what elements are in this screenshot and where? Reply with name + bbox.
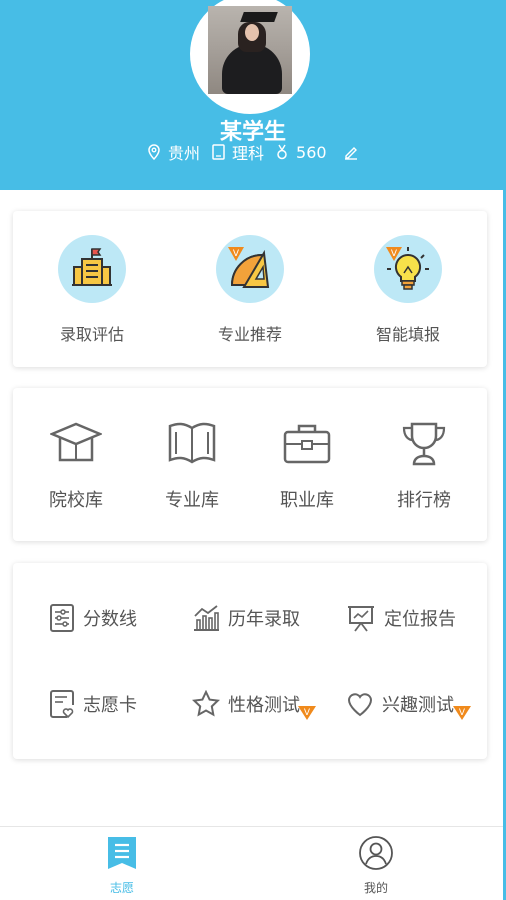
svg-text:V: V bbox=[391, 249, 398, 259]
college-library-button[interactable]: 院校库 bbox=[26, 418, 126, 512]
star-icon bbox=[192, 690, 220, 717]
tool-label: 历年录取 bbox=[228, 609, 300, 630]
library-label: 专业库 bbox=[165, 490, 219, 511]
tool-label: 性格测试 bbox=[228, 695, 300, 716]
major-recommend-button[interactable]: V 专业推荐 bbox=[190, 235, 310, 345]
school-building-icon bbox=[72, 248, 112, 286]
svg-text:V: V bbox=[459, 708, 466, 718]
tool-label: 志愿卡 bbox=[83, 695, 137, 716]
open-book-icon bbox=[168, 422, 216, 464]
feature-label: 智能填报 bbox=[375, 325, 440, 344]
vip-badge-icon: V bbox=[228, 247, 244, 261]
trophy-icon bbox=[402, 422, 446, 466]
edit-icon[interactable] bbox=[343, 143, 359, 161]
profile-meta: 贵州 理科 560 bbox=[146, 141, 365, 163]
position-report-button[interactable]: 定位报告 bbox=[346, 600, 456, 636]
app-screen: 某学生 贵州 理科 560 录取评估 V 专业推荐 V 智能填报 院校库 专业库… bbox=[0, 0, 506, 900]
library-label: 院校库 bbox=[49, 490, 103, 511]
heart-document-icon bbox=[50, 690, 74, 719]
library-card: 院校库 专业库 职业库 排行榜 bbox=[13, 388, 487, 541]
tool-label: 分数线 bbox=[83, 609, 137, 630]
vip-badge-icon: V bbox=[298, 706, 316, 720]
tool-label: 定位报告 bbox=[384, 609, 456, 630]
library-label: 排行榜 bbox=[397, 490, 451, 511]
vip-badge-icon: V bbox=[453, 706, 471, 720]
medal-icon bbox=[274, 143, 290, 161]
feature-label: 录取评估 bbox=[59, 325, 124, 344]
score-line-button[interactable]: 分数线 bbox=[49, 600, 137, 636]
tools-card: 分数线 历年录取 定位报告 志愿卡 性格测试 V 兴趣测试 V bbox=[13, 563, 487, 759]
presentation-board-icon bbox=[348, 606, 374, 632]
tab-label: 我的 bbox=[363, 881, 388, 895]
feature-label: 专业推荐 bbox=[217, 325, 282, 344]
user-icon bbox=[359, 836, 393, 870]
personality-test-button[interactable]: 性格测试 V bbox=[192, 686, 316, 722]
feature-card: 录取评估 V 专业推荐 V 智能填报 bbox=[13, 211, 487, 367]
score-line-icon bbox=[50, 604, 74, 632]
subject-text: 理科 bbox=[232, 144, 265, 163]
score-text: 560 bbox=[296, 142, 327, 162]
admission-assessment-button[interactable]: 录取评估 bbox=[32, 235, 152, 345]
avatar[interactable] bbox=[208, 6, 292, 94]
briefcase-icon bbox=[283, 424, 331, 464]
location-pin-icon bbox=[146, 143, 162, 161]
tab-mine[interactable]: 我的 bbox=[326, 835, 426, 896]
historical-admission-button[interactable]: 历年录取 bbox=[192, 600, 300, 636]
bookmark-icon bbox=[108, 837, 136, 869]
tab-label: 志愿 bbox=[109, 881, 134, 895]
bottom-tab-bar: 志愿 我的 bbox=[0, 826, 506, 900]
tool-label: 兴趣测试 bbox=[382, 695, 454, 716]
bar-chart-icon bbox=[194, 605, 219, 631]
province-text: 贵州 bbox=[168, 144, 201, 163]
svg-text:V: V bbox=[233, 249, 240, 259]
vip-badge-icon: V bbox=[386, 247, 402, 261]
smart-fill-button[interactable]: V 智能填报 bbox=[348, 235, 468, 345]
volunteer-card-button[interactable]: 志愿卡 bbox=[49, 686, 137, 722]
career-library-button[interactable]: 职业库 bbox=[257, 418, 357, 512]
library-label: 职业库 bbox=[280, 490, 334, 511]
document-icon bbox=[210, 143, 226, 161]
profile-header: 某学生 贵州 理科 560 bbox=[0, 0, 506, 190]
ranking-button[interactable]: 排行榜 bbox=[374, 418, 474, 512]
svg-text:V: V bbox=[304, 708, 311, 718]
avatar-frame[interactable] bbox=[190, 0, 310, 114]
major-library-button[interactable]: 专业库 bbox=[142, 418, 242, 512]
tab-volunteer[interactable]: 志愿 bbox=[72, 835, 172, 896]
graduation-cap-icon bbox=[48, 422, 104, 462]
heart-icon bbox=[347, 693, 373, 717]
interest-test-button[interactable]: 兴趣测试 V bbox=[346, 686, 471, 722]
